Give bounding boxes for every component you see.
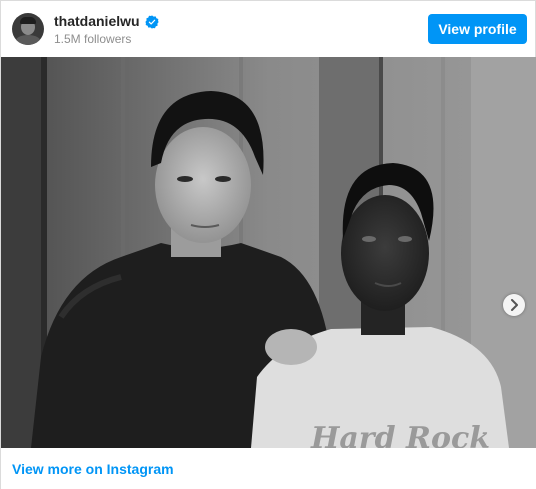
username[interactable]: thatdanielwu	[54, 13, 140, 30]
svg-text:Hard Rock: Hard Rock	[310, 421, 490, 448]
verified-badge-icon	[144, 14, 159, 29]
carousel-next-button[interactable]	[503, 294, 525, 316]
view-more-on-instagram-link[interactable]: View more on Instagram	[12, 461, 174, 478]
profile-avatar[interactable]	[12, 13, 44, 45]
post-photo[interactable]: Hard Rock	[1, 57, 536, 448]
view-profile-button[interactable]: View profile	[428, 14, 527, 44]
chevron-right-icon	[511, 299, 518, 311]
post-photo-image: Hard Rock	[1, 57, 536, 448]
username-row: thatdanielwu	[54, 13, 159, 30]
instagram-embed: thatdanielwu 1.5M followers View profile	[0, 0, 536, 489]
post-header: thatdanielwu 1.5M followers View profile	[1, 1, 536, 57]
follower-count: 1.5M followers	[54, 32, 132, 46]
post-footer: View more on Instagram	[1, 448, 536, 489]
